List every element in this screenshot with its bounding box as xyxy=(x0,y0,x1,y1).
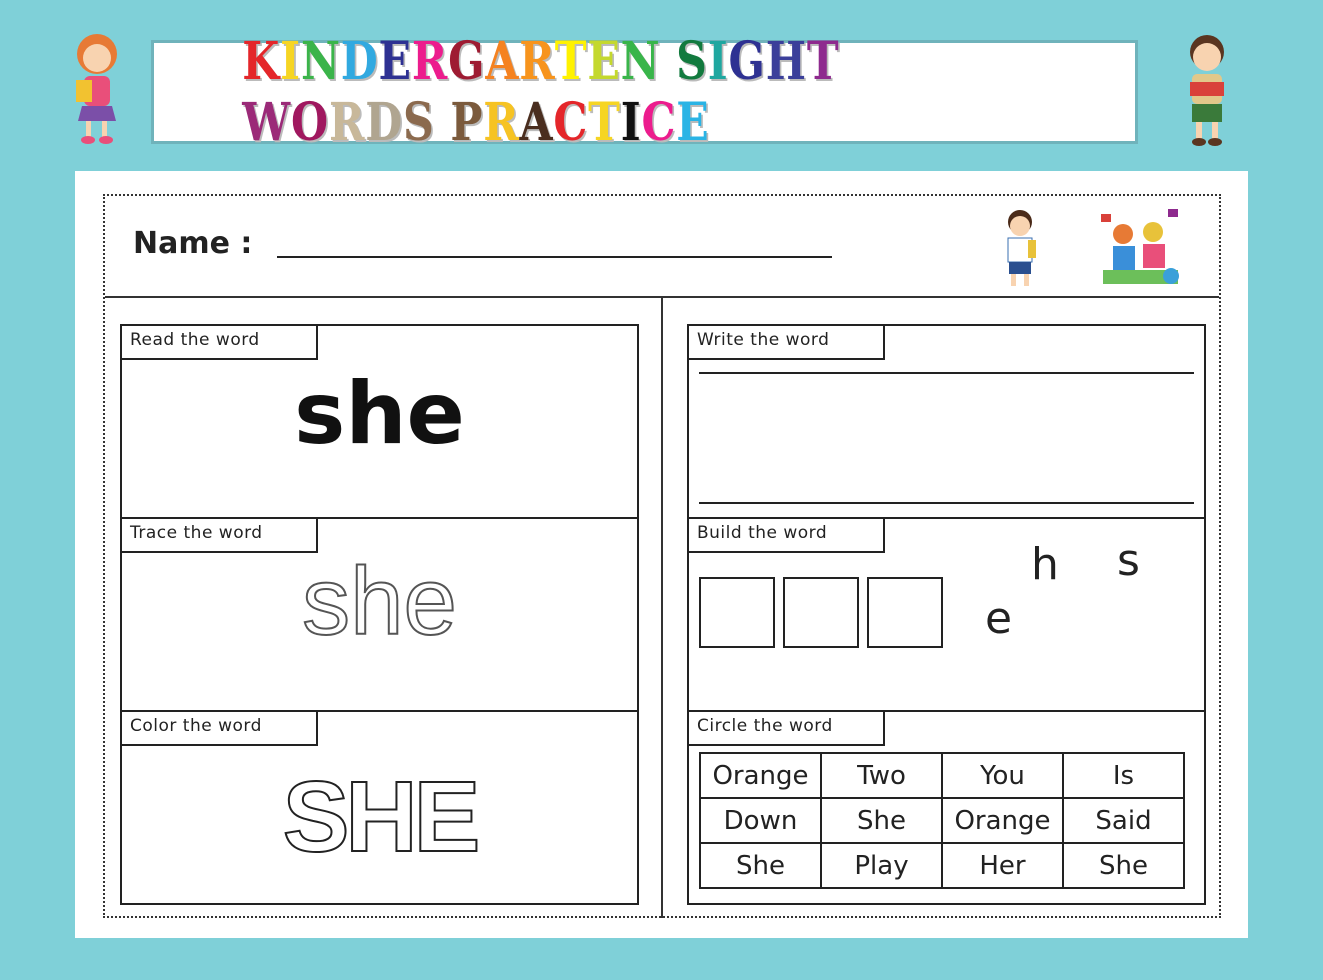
column-divider xyxy=(661,298,663,918)
word-cell[interactable]: Play xyxy=(820,842,943,889)
title-letter: R xyxy=(519,31,555,92)
trace-word[interactable]: she xyxy=(122,547,637,657)
write-panel: Write the word xyxy=(687,324,1206,519)
title-letter: H xyxy=(765,31,807,92)
title-letter: G xyxy=(728,31,766,92)
color-word[interactable]: SHE xyxy=(122,760,637,875)
title-letter xyxy=(660,31,676,92)
word-cell[interactable]: Is xyxy=(1062,752,1185,799)
read-panel: Read the word she xyxy=(120,324,639,519)
title-letter: P xyxy=(450,92,484,153)
word-cell[interactable]: Orange xyxy=(699,752,822,799)
title-letter: T xyxy=(806,31,840,92)
read-label: Read the word xyxy=(122,326,318,360)
word-cell[interactable]: You xyxy=(941,752,1064,799)
title-letter: T xyxy=(554,31,588,92)
circle-label: Circle the word xyxy=(689,712,885,746)
name-row: Name : xyxy=(105,196,1219,298)
worksheet: Name : Read the word she Trace the word … xyxy=(75,171,1248,938)
title-letter: C xyxy=(553,92,589,153)
letter-box-3[interactable] xyxy=(867,577,943,648)
word-cell[interactable]: Down xyxy=(699,797,822,844)
color-label: Color the word xyxy=(122,712,318,746)
build-panel: Build the word e h s xyxy=(687,517,1206,712)
build-label: Build the word xyxy=(689,519,885,553)
title-letter: E xyxy=(676,92,710,153)
word-cell[interactable]: She xyxy=(820,797,943,844)
worksheet-border: Name : Read the word she Trace the word … xyxy=(103,194,1221,918)
letter-tile[interactable]: e xyxy=(985,593,1012,644)
title-banner: KINDERGARTEN SIGHT WORDS PRACTICE xyxy=(151,31,1138,153)
title-letter: R xyxy=(328,92,366,153)
title-letter: N xyxy=(620,31,661,92)
word-cell[interactable]: Her xyxy=(941,842,1064,889)
letter-box-2[interactable] xyxy=(783,577,859,648)
letter-tile[interactable]: s xyxy=(1117,535,1140,586)
kids-reading-illustration xyxy=(1101,209,1179,284)
title-letter: S xyxy=(676,31,708,92)
title-letter: N xyxy=(300,31,341,92)
title-letter: A xyxy=(485,31,520,92)
title-letter: W xyxy=(242,92,292,153)
title-letter: A xyxy=(519,92,554,153)
trace-panel: Trace the word she xyxy=(120,517,639,712)
letter-tile[interactable]: h xyxy=(1031,539,1059,590)
name-label: Name : xyxy=(133,226,253,261)
circle-panel: Circle the word Orange Two You Is Down She Or… xyxy=(687,710,1206,905)
title-letter: K xyxy=(242,31,281,92)
title-letter: D xyxy=(340,31,379,92)
title-letter: D xyxy=(365,92,404,153)
title-letter: R xyxy=(483,92,520,153)
page-title: KINDERGARTEN SIGHT WORDS PRACTICE xyxy=(242,31,1046,153)
word-cell[interactable]: Said xyxy=(1062,797,1185,844)
title-letter: S xyxy=(403,92,435,153)
boy-illustration xyxy=(1190,35,1224,146)
title-letter: C xyxy=(641,92,677,153)
title-letter: I xyxy=(707,31,729,92)
read-word: she xyxy=(294,364,465,464)
girl-illustration xyxy=(76,34,117,144)
title-letter: I xyxy=(620,92,642,153)
letter-box-1[interactable] xyxy=(699,577,775,648)
student-illustration xyxy=(1007,210,1036,286)
write-label: Write the word xyxy=(689,326,885,360)
word-cell[interactable]: She xyxy=(699,842,822,889)
write-line-bottom[interactable] xyxy=(699,502,1194,504)
title-letter: O xyxy=(291,92,329,153)
title-letter: E xyxy=(378,31,412,92)
color-panel: Color the word SHE xyxy=(120,710,639,905)
title-letter: I xyxy=(280,31,301,92)
title-letter: R xyxy=(411,31,449,92)
word-cell[interactable]: Two xyxy=(820,752,943,799)
title-letter xyxy=(435,92,451,153)
word-cell[interactable]: Orange xyxy=(941,797,1064,844)
word-cell[interactable]: She xyxy=(1062,842,1185,889)
title-letter: E xyxy=(587,31,621,92)
title-letter: T xyxy=(588,92,621,153)
word-grid: Orange Two You Is Down She Orange Said She Play… xyxy=(699,752,1185,889)
write-line-top[interactable] xyxy=(699,372,1194,374)
name-field[interactable] xyxy=(277,256,832,258)
title-letter: G xyxy=(448,31,486,92)
